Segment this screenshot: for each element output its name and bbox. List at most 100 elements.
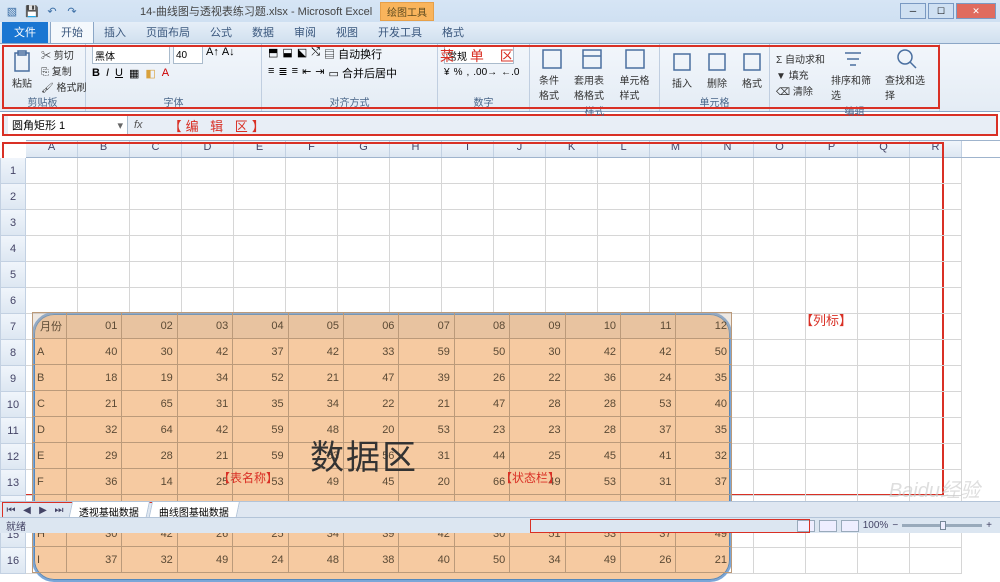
cell[interactable] [650, 236, 702, 262]
increase-font-icon[interactable]: A↑ [206, 46, 219, 64]
row-header-13[interactable]: 13 [0, 470, 26, 496]
decimal-inc-icon[interactable]: .00→ [473, 67, 497, 78]
font-color-button[interactable]: A [162, 67, 169, 80]
cell[interactable] [702, 288, 754, 314]
tab-home[interactable]: 开始 [50, 20, 94, 43]
cell[interactable] [26, 236, 78, 262]
tab-insert[interactable]: 插入 [94, 21, 136, 43]
col-header-A[interactable]: A [26, 141, 78, 157]
minimize-button[interactable]: ─ [900, 3, 926, 19]
col-header-O[interactable]: O [754, 141, 806, 157]
row-header-2[interactable]: 2 [0, 184, 26, 210]
cell[interactable] [78, 262, 130, 288]
cell[interactable] [754, 210, 806, 236]
underline-button[interactable]: U [115, 67, 123, 80]
cell[interactable] [702, 210, 754, 236]
cell[interactable] [910, 210, 962, 236]
cell[interactable] [286, 288, 338, 314]
font-size-select[interactable]: 40 [173, 46, 203, 64]
cell[interactable] [494, 262, 546, 288]
paste-button[interactable]: 粘贴 [6, 49, 38, 91]
cell[interactable] [754, 288, 806, 314]
cell[interactable] [26, 262, 78, 288]
cell[interactable] [858, 548, 910, 574]
cell[interactable] [338, 236, 390, 262]
align-left-icon[interactable]: ≡ [268, 65, 274, 81]
col-header-K[interactable]: K [546, 141, 598, 157]
redo-icon[interactable]: ↷ [64, 3, 80, 19]
cell[interactable] [858, 288, 910, 314]
cell[interactable] [26, 210, 78, 236]
cell[interactable] [858, 418, 910, 444]
cell[interactable] [754, 236, 806, 262]
cell[interactable] [598, 158, 650, 184]
cell[interactable] [858, 262, 910, 288]
cell[interactable] [234, 288, 286, 314]
cell[interactable] [598, 184, 650, 210]
col-header-F[interactable]: F [286, 141, 338, 157]
cell[interactable] [286, 262, 338, 288]
col-header-E[interactable]: E [234, 141, 286, 157]
cell[interactable] [442, 184, 494, 210]
cell[interactable] [598, 288, 650, 314]
cell[interactable] [754, 548, 806, 574]
cell[interactable] [78, 236, 130, 262]
cell[interactable] [130, 262, 182, 288]
cell[interactable] [546, 158, 598, 184]
cell[interactable] [182, 158, 234, 184]
col-header-Q[interactable]: Q [858, 141, 910, 157]
cell[interactable] [910, 418, 962, 444]
col-header-G[interactable]: G [338, 141, 390, 157]
cell[interactable] [650, 184, 702, 210]
cell[interactable] [598, 210, 650, 236]
cell[interactable] [234, 184, 286, 210]
tab-dev[interactable]: 开发工具 [368, 21, 432, 43]
border-button[interactable]: ▦ [129, 67, 139, 80]
cell[interactable] [806, 340, 858, 366]
autosum-button[interactable]: Σ 自动求和 [776, 51, 825, 66]
cell[interactable] [910, 470, 962, 496]
fill-color-button[interactable]: ◧ [145, 67, 155, 80]
format-cell-button[interactable]: 格式 [736, 49, 768, 91]
cell[interactable] [78, 210, 130, 236]
align-right-icon[interactable]: ≡ [292, 65, 298, 81]
percent-icon[interactable]: % [454, 67, 463, 78]
cell[interactable] [182, 236, 234, 262]
cell[interactable] [754, 470, 806, 496]
cell[interactable] [806, 418, 858, 444]
cell[interactable] [130, 210, 182, 236]
cell[interactable] [390, 288, 442, 314]
cell[interactable] [910, 392, 962, 418]
cell[interactable] [702, 236, 754, 262]
cell[interactable] [182, 184, 234, 210]
cell[interactable] [442, 262, 494, 288]
cell[interactable] [754, 444, 806, 470]
cell[interactable] [650, 262, 702, 288]
cell[interactable] [442, 236, 494, 262]
clear-button[interactable]: ⌫ 清除 [776, 83, 825, 98]
cell[interactable] [286, 184, 338, 210]
cell[interactable] [858, 184, 910, 210]
tab-view[interactable]: 视图 [326, 21, 368, 43]
cell[interactable] [130, 236, 182, 262]
cell[interactable] [754, 314, 806, 340]
row-header-11[interactable]: 11 [0, 418, 26, 444]
row-header-9[interactable]: 9 [0, 366, 26, 392]
cell[interactable] [234, 210, 286, 236]
merge-button[interactable]: ▭ 合并后居中 [329, 65, 397, 81]
italic-button[interactable]: I [106, 67, 109, 80]
col-header-M[interactable]: M [650, 141, 702, 157]
col-header-D[interactable]: D [182, 141, 234, 157]
row-header-1[interactable]: 1 [0, 158, 26, 184]
zoom-in-icon[interactable]: + [986, 520, 992, 531]
cell[interactable] [910, 236, 962, 262]
cell[interactable] [806, 236, 858, 262]
cell[interactable] [338, 288, 390, 314]
find-select-button[interactable]: 查找和选择 [882, 46, 933, 103]
row-header-3[interactable]: 3 [0, 210, 26, 236]
copy-button[interactable]: ⎘ 复制 [41, 63, 86, 78]
col-header-J[interactable]: J [494, 141, 546, 157]
col-header-R[interactable]: R [910, 141, 962, 157]
cell[interactable] [702, 158, 754, 184]
conditional-format-button[interactable]: 条件格式 [536, 46, 568, 103]
